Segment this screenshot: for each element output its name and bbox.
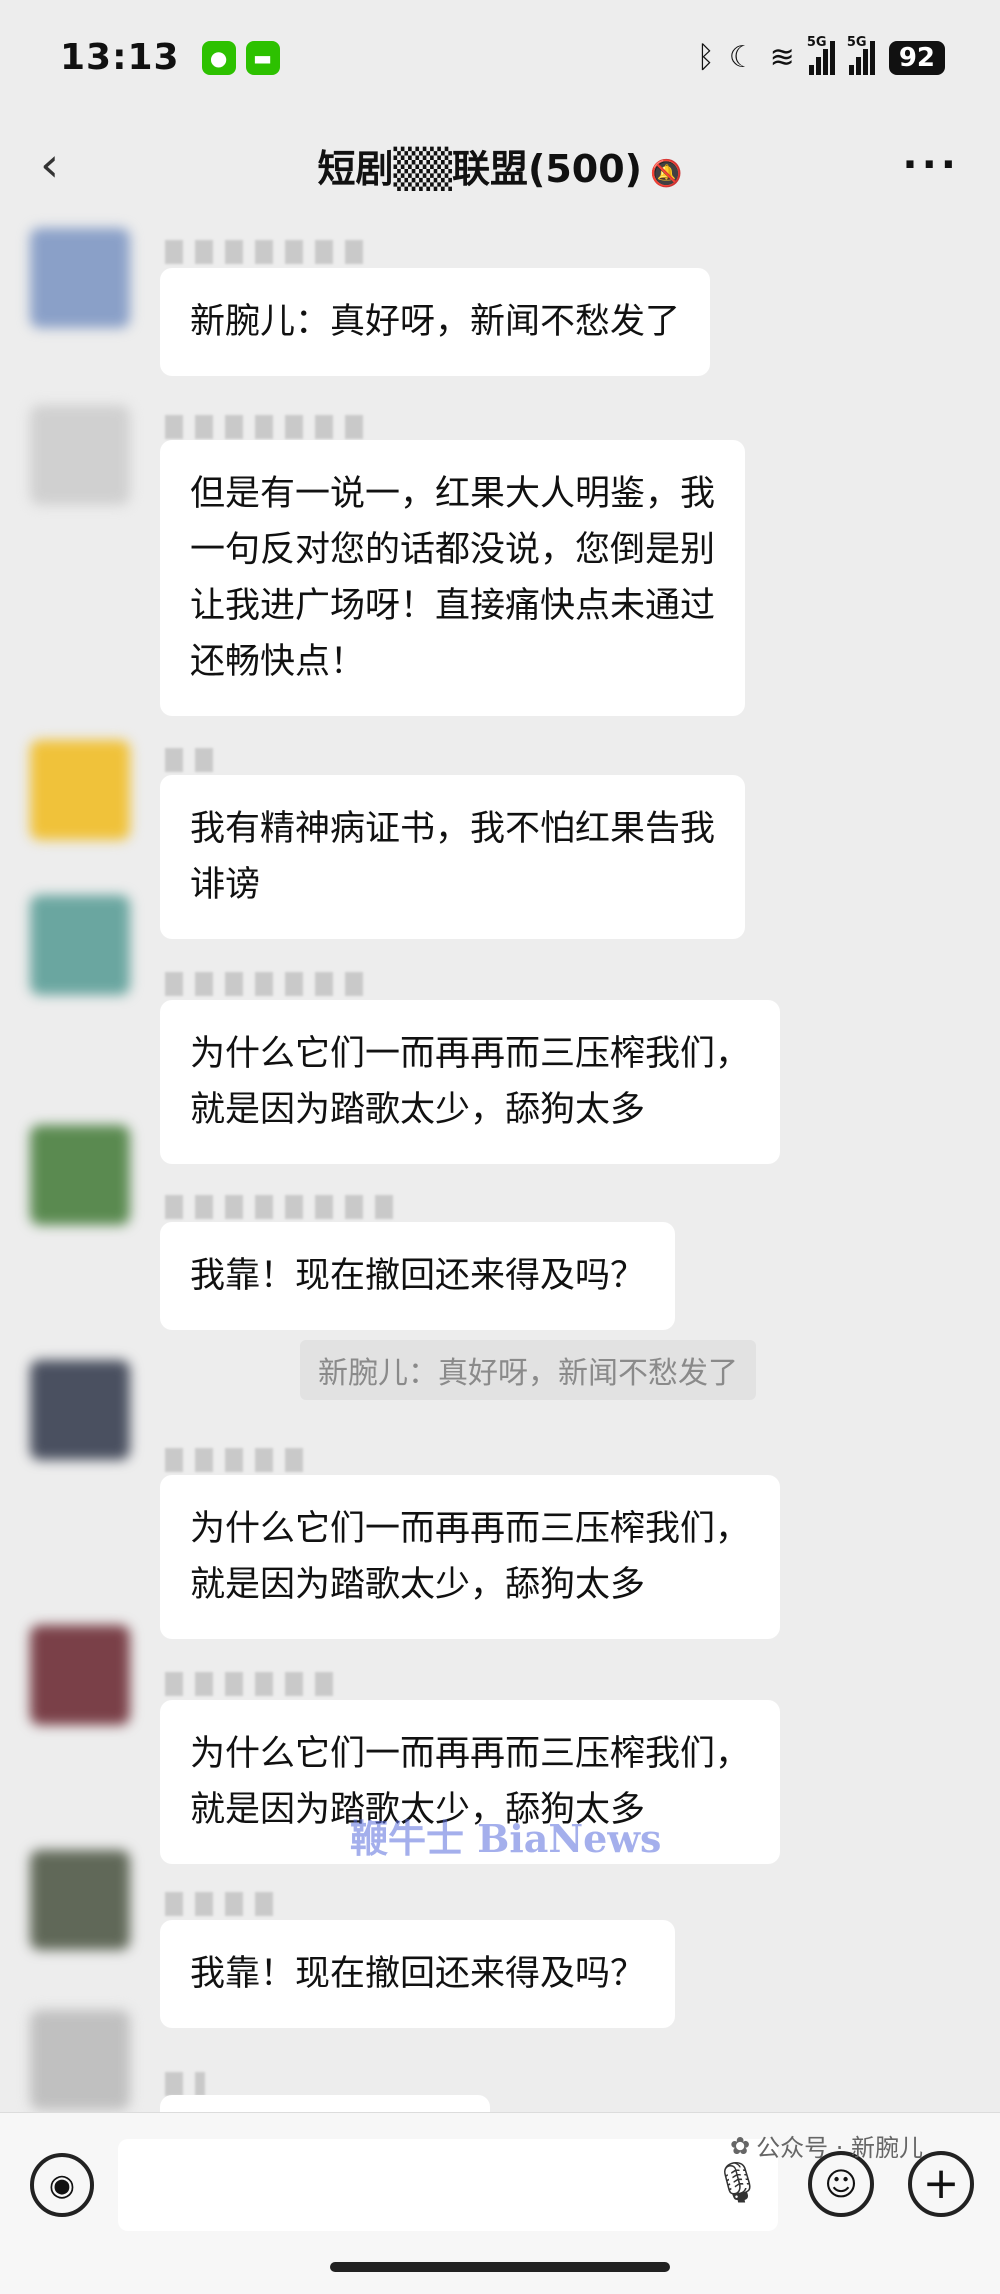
- mute-icon: 🔕: [650, 158, 683, 189]
- sender-name: [165, 1448, 305, 1472]
- sender-name: [165, 1672, 335, 1696]
- sender-name: [165, 240, 365, 264]
- message-bubble[interactable]: 为什么它们一而再再而三压榨我们， 就是因为踏歌太少，舔狗太多: [160, 1475, 781, 1639]
- signal-icon: 5G: [807, 35, 835, 75]
- message-input[interactable]: [118, 2139, 778, 2231]
- message-icon: ▬: [245, 40, 280, 75]
- moon-icon: ☾: [728, 40, 756, 75]
- sender-name: [165, 748, 225, 772]
- quoted-message[interactable]: 新腕儿：真好呀，新闻不愁发了: [300, 1340, 756, 1400]
- message-bubble[interactable]: 我有精神病证书，我不怕红果告我 诽谤: [160, 775, 746, 939]
- message-bubble[interactable]: 我靠！现在撤回还来得及吗？: [160, 1222, 676, 1330]
- source-label: ✿ 公众号 · 新腕儿: [730, 2128, 923, 2163]
- message-bubble[interactable]: 我靠！现在撤回还来得及吗？: [160, 1920, 676, 2028]
- avatar[interactable]: [30, 405, 130, 505]
- status-bar: 13:13 ● ▬ ᛒ ☾ ≋ 5G 5G 92: [0, 0, 1000, 115]
- watermark: 鞭牛士 BiaNews: [350, 1816, 662, 1861]
- message-bubble[interactable]: 但是有一说一，红果大人明鉴，我 一句反对您的话都没说，您倒是别 让我进广场呀！直…: [160, 440, 746, 716]
- home-indicator[interactable]: [330, 2262, 670, 2272]
- sender-name: [165, 2072, 205, 2096]
- chat-header: ‹ 短剧▒▒联盟(500) 🔕 ···: [0, 115, 1000, 215]
- avatar[interactable]: [30, 1125, 130, 1225]
- battery-indicator: 92: [888, 40, 945, 75]
- avatar[interactable]: [30, 1850, 130, 1950]
- more-button[interactable]: ···: [902, 142, 960, 188]
- avatar[interactable]: [30, 2010, 130, 2110]
- message-bubble[interactable]: 为什么它们一而再再而三压榨我们， 就是因为踏歌太少，舔狗太多: [160, 1000, 781, 1164]
- message-bubble[interactable]: 新腕儿：真好呀，新闻不愁发了: [160, 268, 711, 376]
- avatar[interactable]: [30, 1625, 130, 1725]
- wechat-official-icon: ✿: [730, 2131, 751, 2160]
- mic-icon[interactable]: 🎙: [712, 2159, 763, 2206]
- wechat-icon: ●: [201, 40, 236, 75]
- avatar[interactable]: [30, 895, 130, 995]
- sender-name: [165, 415, 365, 439]
- source-label-text: 公众号 · 新腕儿: [756, 2134, 923, 2162]
- status-time: 13:13: [60, 37, 180, 78]
- sender-name: [165, 1195, 405, 1219]
- chat-title-text: 短剧▒▒联盟(500): [317, 146, 643, 191]
- avatar[interactable]: [30, 740, 130, 840]
- signal-icon-2: 5G: [847, 35, 875, 75]
- sender-name: [165, 1892, 275, 1916]
- avatar[interactable]: [30, 1360, 130, 1460]
- wifi-icon: ≋: [769, 40, 795, 75]
- avatar[interactable]: [30, 228, 130, 328]
- chat-title: 短剧▒▒联盟(500) 🔕: [0, 138, 1000, 193]
- bluetooth-icon: ᛒ: [696, 40, 715, 75]
- sender-name: [165, 972, 375, 996]
- voice-input-button[interactable]: ◉: [30, 2153, 94, 2217]
